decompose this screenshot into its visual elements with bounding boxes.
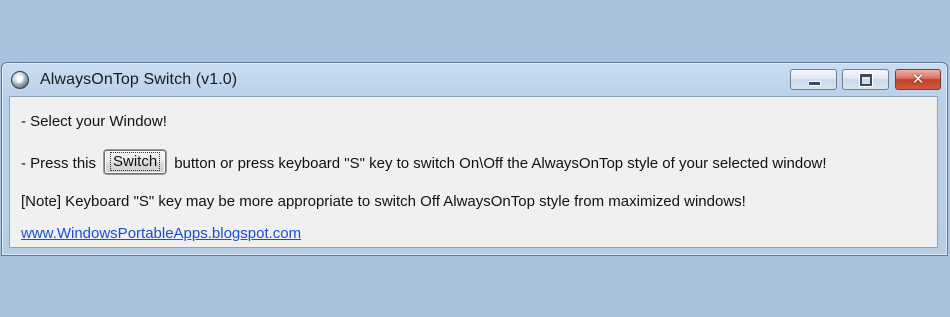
instruction-press-switch: - Press this Switch button or press keyboa… — [21, 150, 827, 176]
minimize-icon — [808, 81, 821, 86]
switch-button-label: Switch — [110, 152, 161, 171]
minimize-button[interactable] — [790, 69, 837, 90]
title-bar[interactable]: AlwaysOnTop Switch (v1.0) ✕ — [2, 63, 947, 96]
note-text: [Note] Keyboard "S" key may be more appr… — [21, 193, 746, 210]
website-link[interactable]: www.WindowsPortableApps.blogspot.com — [21, 225, 301, 242]
instruction-select-window: - Select your Window! — [21, 113, 167, 130]
close-button[interactable]: ✕ — [895, 69, 941, 90]
switch-button[interactable]: Switch — [104, 150, 167, 174]
client-area: - Select your Window! - Press this Switch… — [9, 96, 938, 248]
maximize-icon — [860, 74, 872, 86]
window-title: AlwaysOnTop Switch (v1.0) — [40, 71, 238, 88]
instruction-suffix: button or press keyboard "S" key to swit… — [174, 154, 827, 172]
instruction-prefix: - Press this — [21, 154, 97, 172]
app-globe-icon[interactable] — [11, 71, 29, 89]
close-icon: ✕ — [911, 70, 925, 88]
maximize-button[interactable] — [842, 69, 889, 90]
app-window: AlwaysOnTop Switch (v1.0) ✕ - Select you… — [1, 62, 948, 256]
